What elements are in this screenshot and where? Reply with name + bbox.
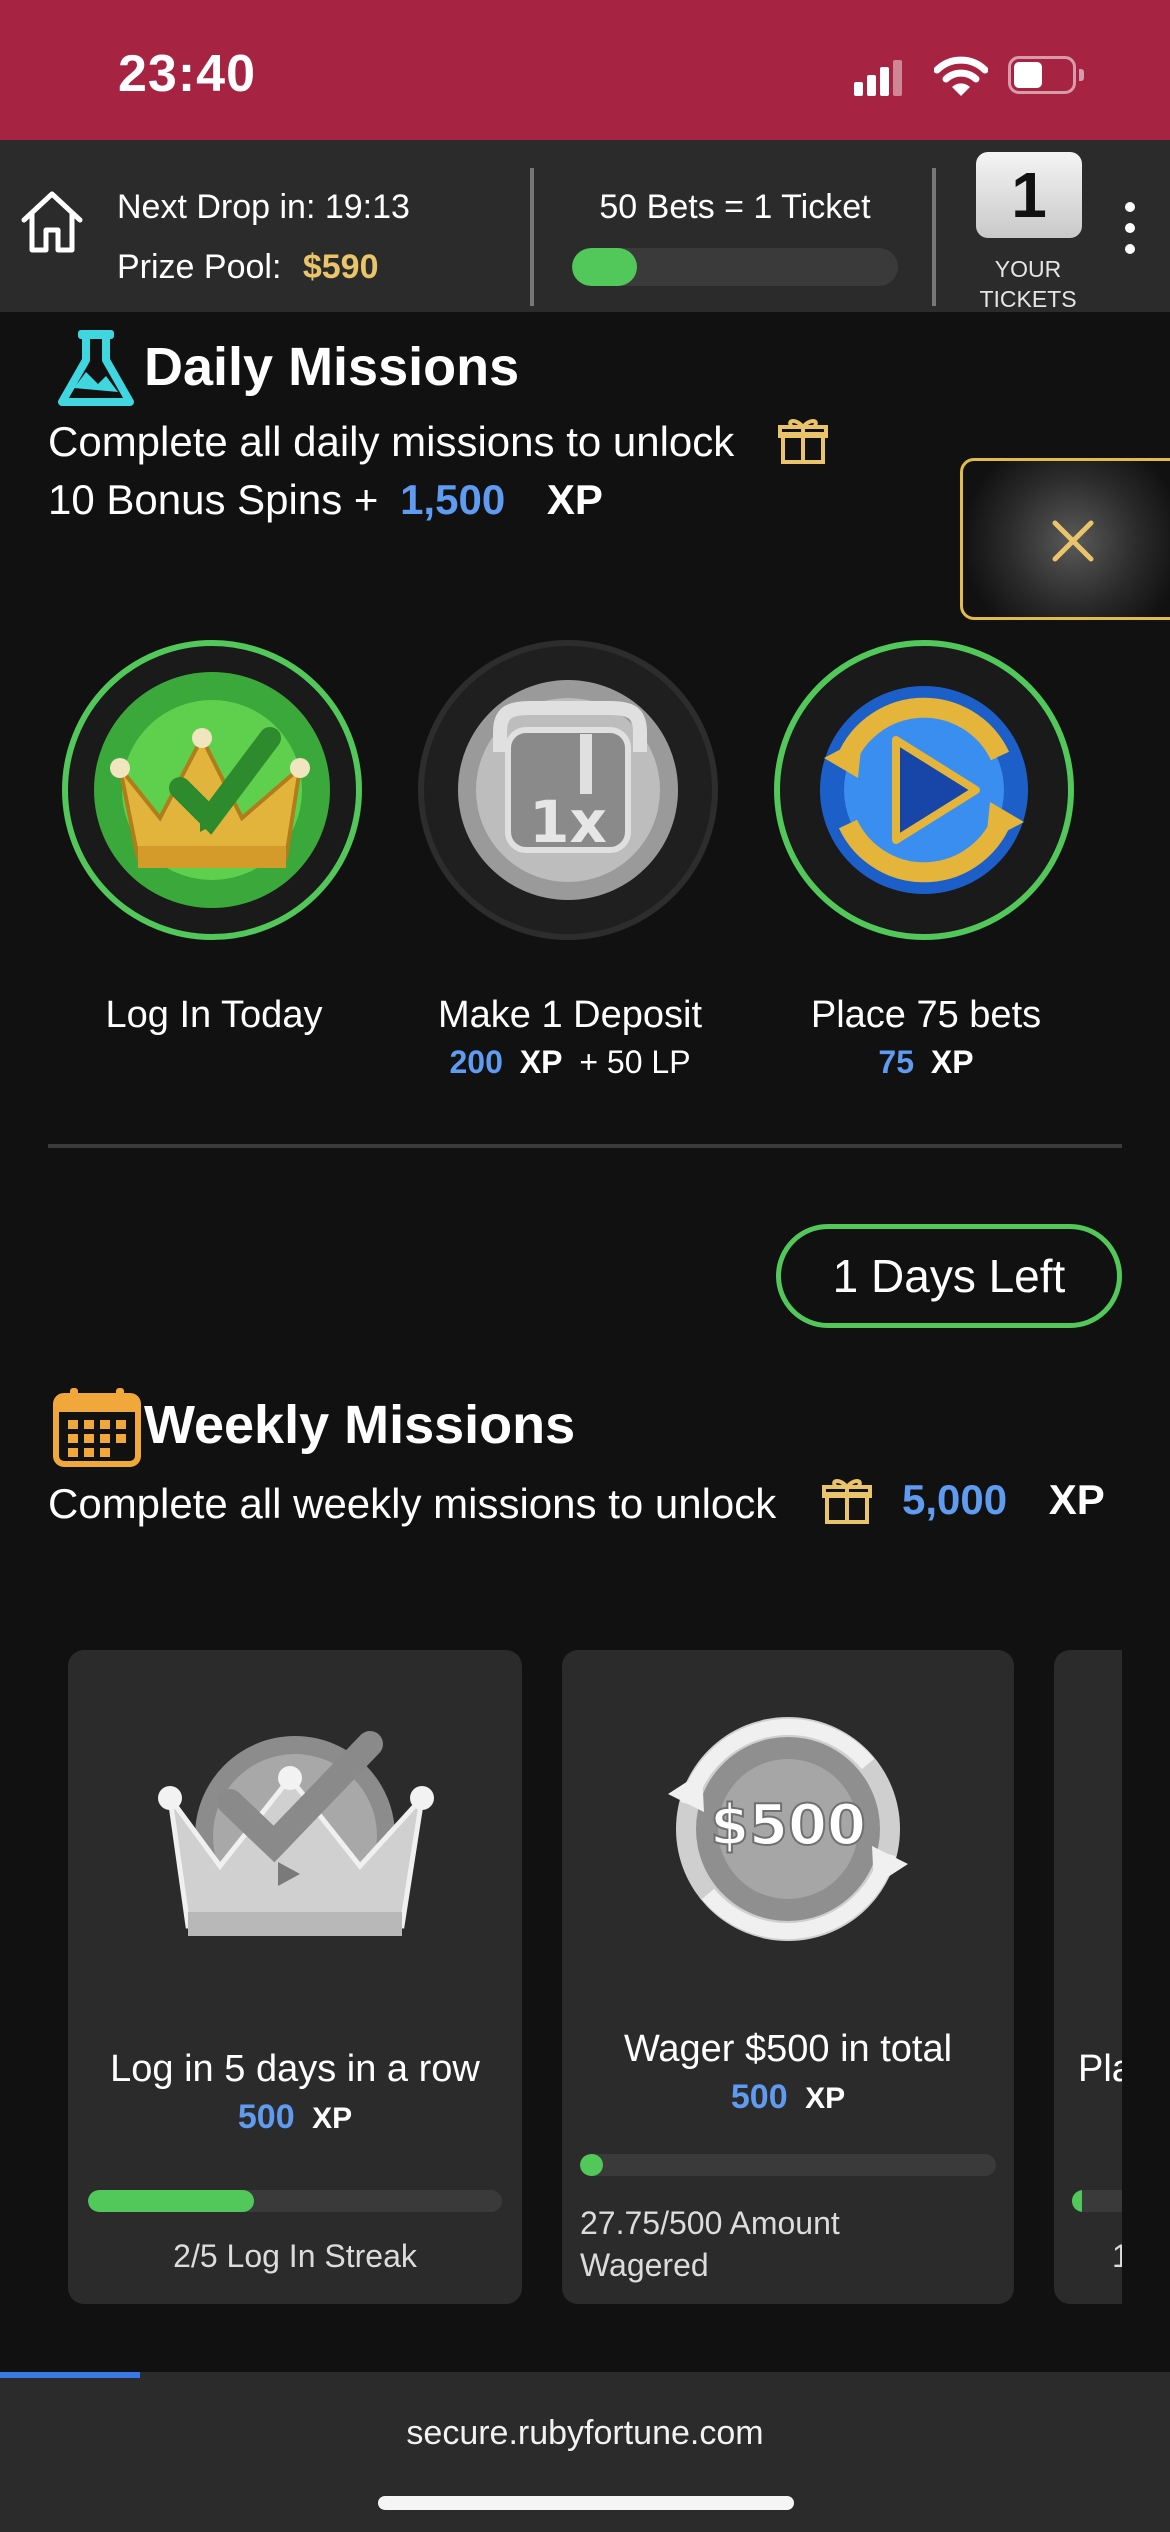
card-progress-bar: [580, 2154, 996, 2176]
ticket-progress-bar: [572, 248, 898, 286]
mission-label: Make 1 Deposit: [437, 994, 702, 1036]
crown-check-silver-icon: [158, 1731, 434, 1936]
card-progress-bar: [88, 2190, 502, 2212]
status-time: 23:40: [118, 45, 256, 103]
daily-missions-title: Daily Missions: [144, 337, 520, 397]
wifi-icon: [934, 56, 988, 96]
browser-bottom-bar: secure.rubyfortune.com: [0, 2372, 1170, 2532]
calendar-icon: [53, 1388, 141, 1467]
play-cycle-icon: [820, 686, 1028, 894]
flask-icon: [58, 330, 134, 406]
crown-check-icon: [94, 672, 330, 908]
home-indicator[interactable]: [378, 2496, 794, 2510]
wager-500-icon: $500: [668, 1717, 908, 1941]
card-reward: 500 XP: [730, 2078, 846, 2116]
card-progress-fill: [580, 2154, 604, 2176]
gift-icon: [778, 419, 828, 464]
wager-badge-text: $500: [710, 1793, 866, 1858]
weekly-mission-card[interactable]: $500 Wager $500 in total 500 XP 27.75/50…: [562, 1650, 1014, 2304]
deposit-1x-icon: 1x: [458, 680, 678, 900]
card-title: Pla: [1078, 2048, 1122, 2090]
url-bar[interactable]: secure.rubyfortune.com: [0, 2414, 1170, 2453]
card-progress-text: 27.75/500 Amount Wagered: [580, 2205, 840, 2283]
page-load-progress: [0, 2372, 140, 2378]
mission-label: Place 75 bets: [810, 994, 1042, 1036]
section-divider: [48, 1144, 1122, 1148]
ticket-progress-fill: [572, 248, 638, 286]
divider: [530, 168, 534, 306]
weekly-missions-title: Weekly Missions: [144, 1395, 576, 1455]
card-title: Log in 5 days in a row: [110, 2048, 480, 2090]
gift-icon: [822, 1479, 872, 1524]
divider: [932, 168, 936, 306]
status-bar: 23:40: [0, 0, 1170, 140]
close-button[interactable]: [960, 458, 1170, 620]
weekly-mission-card[interactable]: Pla 1: [1054, 1650, 1122, 2304]
mission-badge-place-bets[interactable]: [774, 640, 1074, 940]
battery-icon: [1008, 56, 1084, 94]
xp-label: XP: [546, 476, 603, 523]
card-progress-text: 1: [1112, 2238, 1122, 2274]
svg-text:1x: 1x: [529, 788, 607, 856]
prize-pool-label: Prize Pool:: [117, 248, 282, 286]
card-progress-text: 2/5 Log In Streak: [173, 2238, 417, 2274]
mission-reward: 75 XP: [878, 1044, 974, 1080]
card-reward: 500 XP: [237, 2098, 353, 2136]
weekly-reward: 5,000 XP: [902, 1476, 1105, 1523]
cellular-signal-icon: [854, 60, 906, 96]
daily-missions-description: Complete all daily missions to unlock: [48, 418, 735, 465]
ticket-count-box[interactable]: 1: [976, 152, 1082, 238]
daily-reward-xp: 1,500: [400, 476, 506, 523]
more-menu-icon[interactable]: [1124, 202, 1136, 258]
ticket-count: 1: [1011, 159, 1047, 231]
mission-reward: 200 XP + 50 LP: [449, 1044, 691, 1080]
card-progress-fill: [88, 2190, 254, 2212]
promo-top-bar: Next Drop in: 19:13 Prize Pool: $590 50 …: [0, 140, 1170, 312]
weekly-missions-description: Complete all weekly missions to unlock: [48, 1480, 777, 1527]
card-title: Wager $500 in total: [623, 2028, 953, 2070]
card-progress-bar: [1072, 2190, 1122, 2212]
mission-badge-log-in[interactable]: [62, 640, 362, 940]
close-icon: [1052, 520, 1094, 562]
prize-pool: Prize Pool: $590: [117, 248, 379, 287]
days-left-badge: 1 Days Left: [776, 1224, 1122, 1328]
next-drop-text: Next Drop in: 19:13: [117, 188, 410, 226]
daily-reward-line: 10 Bonus Spins + 1,500 XP: [48, 476, 603, 523]
prize-pool-value: $590: [302, 248, 379, 286]
mission-label: Log In Today: [105, 994, 323, 1036]
home-icon[interactable]: [18, 188, 86, 256]
bets-per-ticket-text: 50 Bets = 1 Ticket: [599, 188, 871, 226]
your-tickets-label: YOUR TICKETS: [979, 256, 1077, 312]
mission-badge-deposit[interactable]: 1x: [418, 640, 718, 940]
weekly-mission-card[interactable]: Log in 5 days in a row 500 XP 2/5 Log In…: [68, 1650, 522, 2304]
